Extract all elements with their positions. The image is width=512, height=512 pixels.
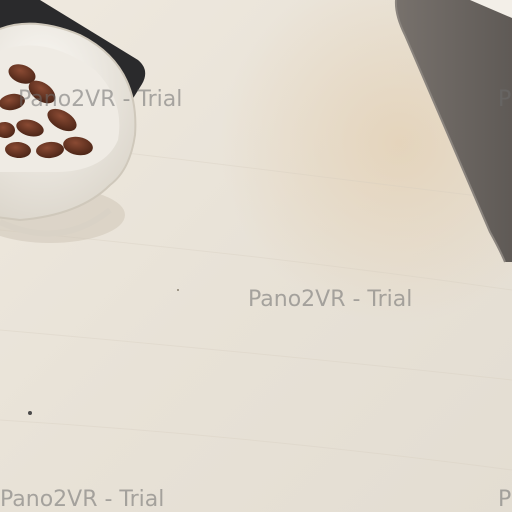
- photo-scene: [0, 0, 512, 512]
- photo-illustration: [0, 0, 512, 512]
